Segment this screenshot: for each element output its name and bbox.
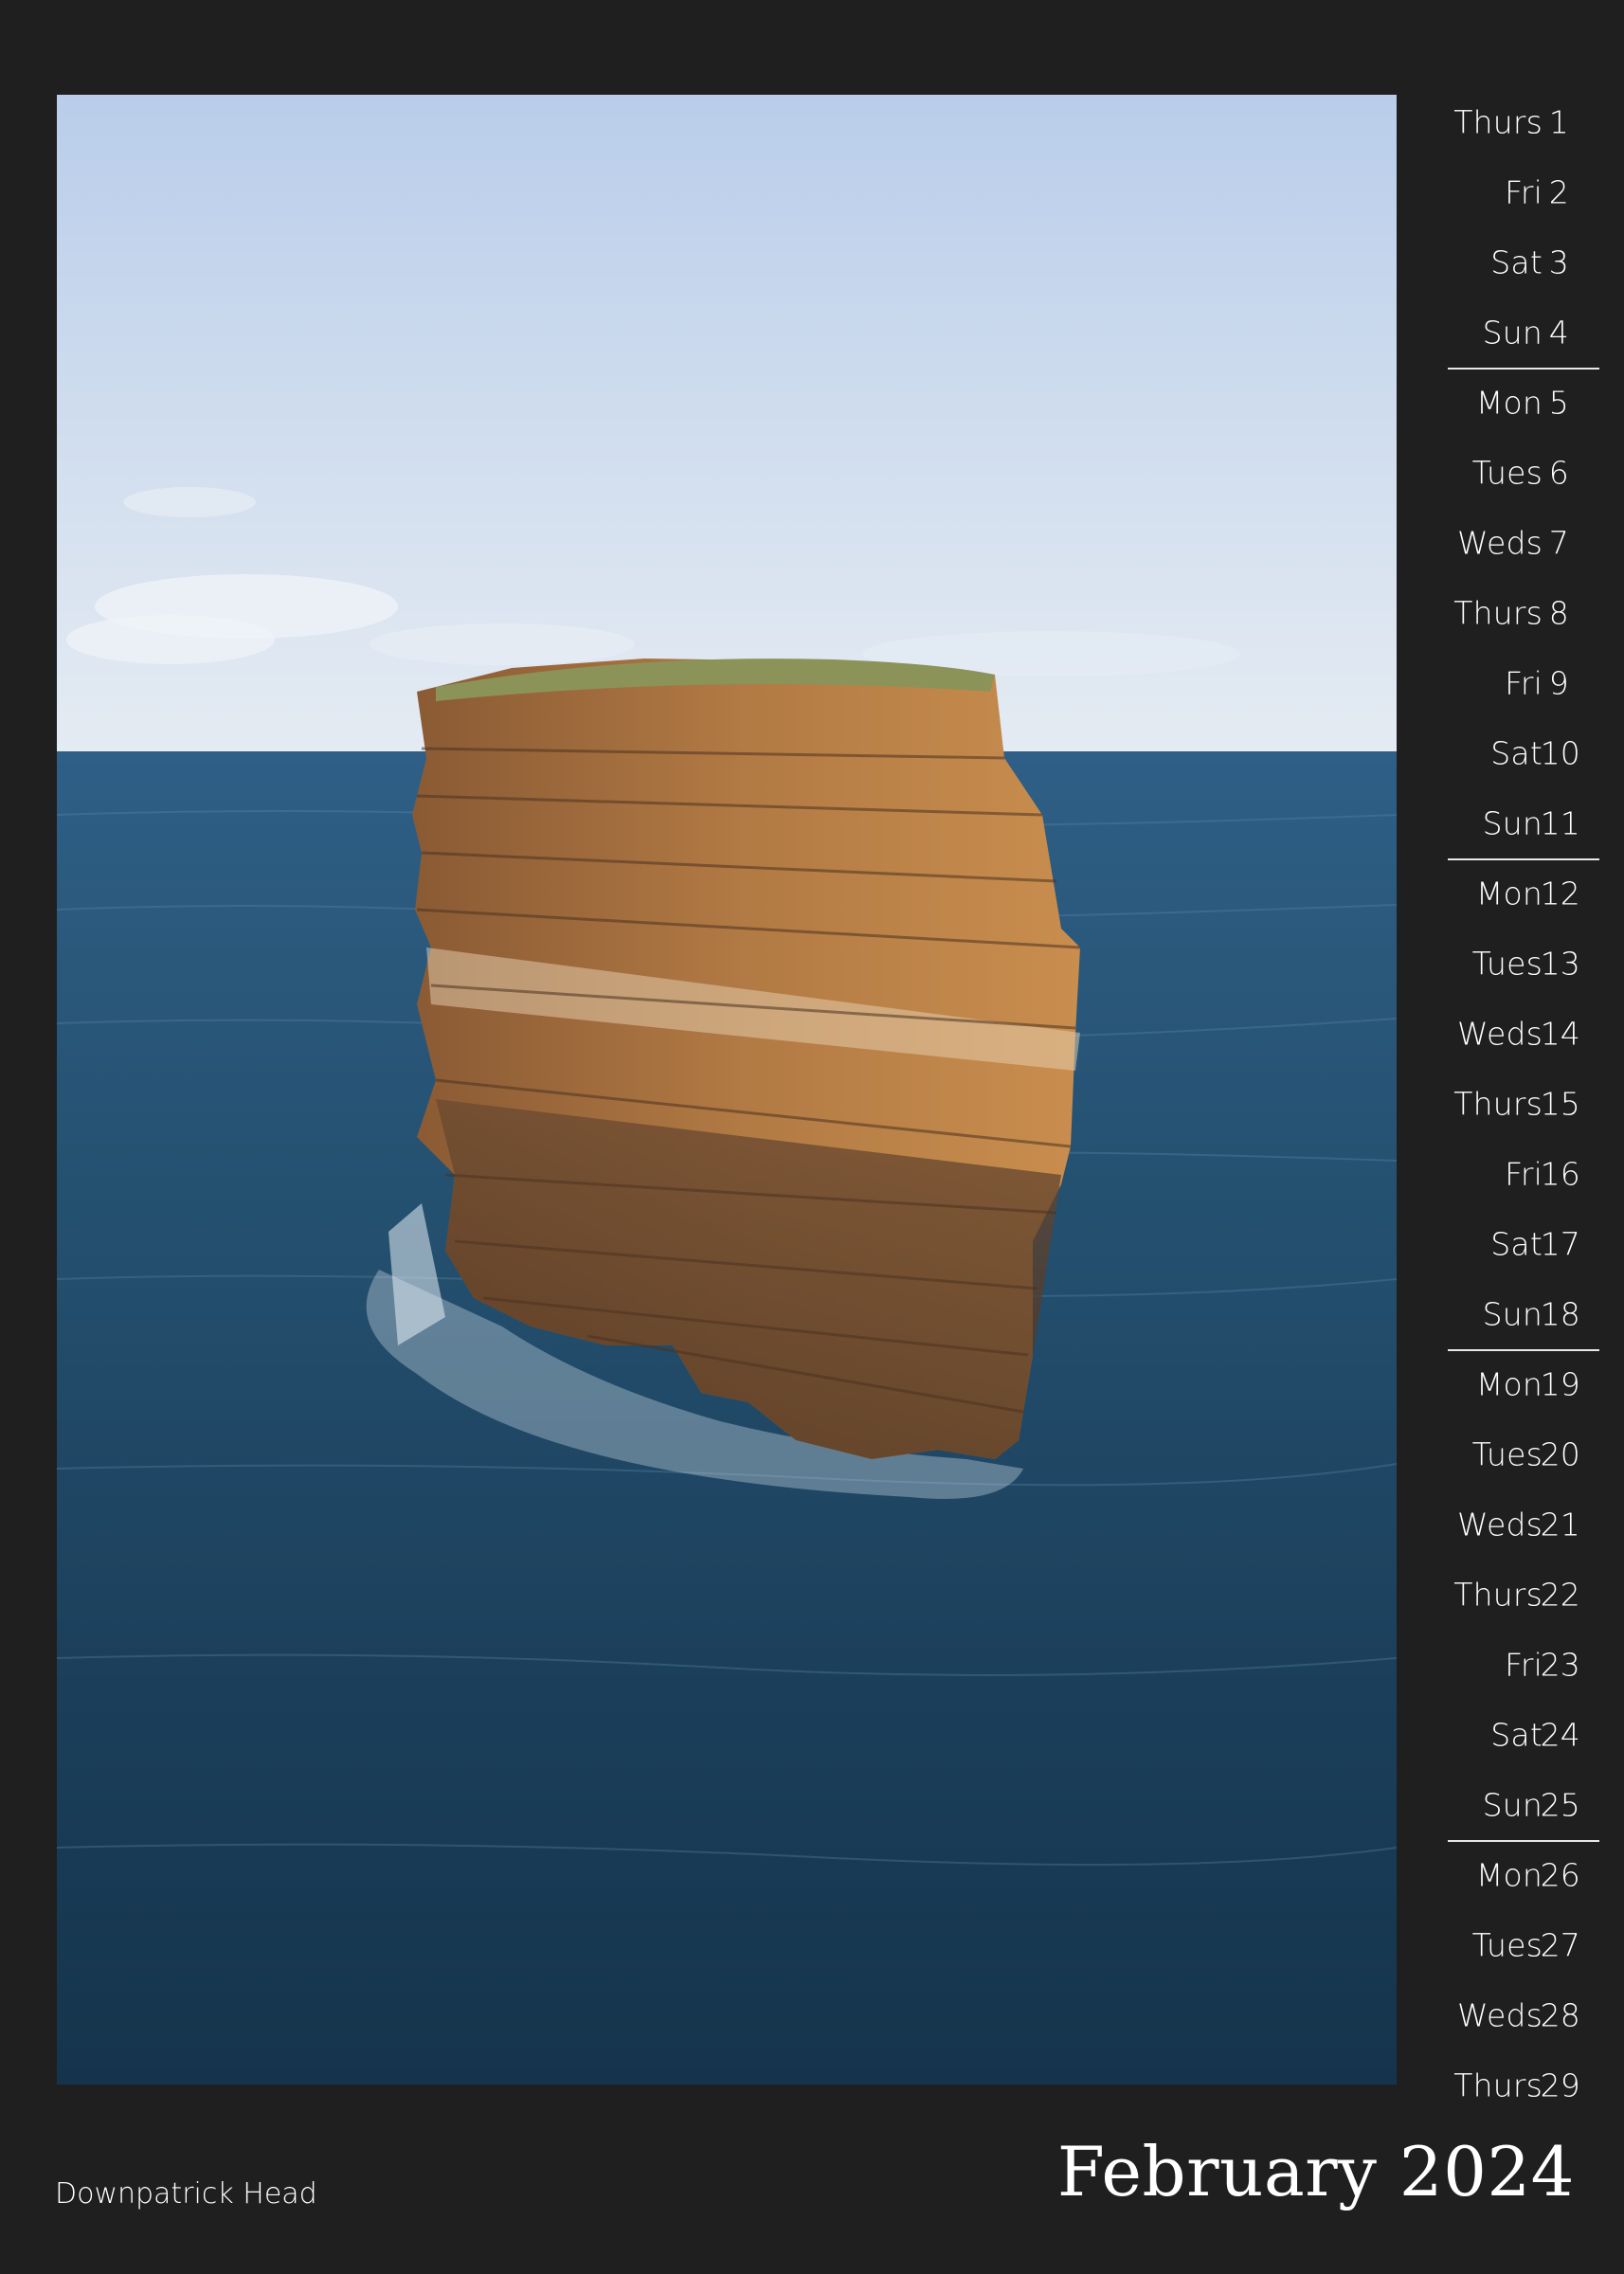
day-number: 14 — [1540, 1015, 1580, 1053]
day-row: Thurs 15 — [1410, 1069, 1611, 1139]
day-number: 2 — [1548, 173, 1569, 211]
day-number: 6 — [1548, 454, 1569, 492]
landscape-photo — [57, 95, 1397, 2084]
month-title: February 2024 — [1056, 2132, 1575, 2211]
day-row: Sat 3 — [1410, 227, 1611, 298]
day-number: 17 — [1540, 1225, 1580, 1263]
day-row: Tues 20 — [1410, 1419, 1611, 1489]
day-row: Sun 11 — [1410, 788, 1611, 860]
day-row: Tues 27 — [1410, 1910, 1611, 1980]
day-name: Weds — [1457, 1996, 1543, 2034]
day-row: Weds 7 — [1410, 508, 1611, 578]
day-number: 19 — [1540, 1365, 1580, 1403]
day-name: Fri — [1505, 173, 1543, 211]
day-name: Thurs — [1453, 1576, 1543, 1614]
day-row: Tues 6 — [1410, 438, 1611, 508]
day-name: Sat — [1490, 1716, 1543, 1754]
day-list: Thurs 1 Fri 2 Sat 3 Sun 4 Mon 5 Tues 6 Weds 7 Thurs 8 Fr… — [1410, 87, 1611, 2121]
day-row: Sat 10 — [1410, 718, 1611, 788]
day-number: 23 — [1540, 1646, 1580, 1684]
day-name: Thurs — [1453, 594, 1543, 632]
day-name: Mon — [1475, 1856, 1543, 1894]
day-name: Thurs — [1453, 1085, 1543, 1123]
day-row: Mon 26 — [1410, 1840, 1611, 1910]
day-name: Tues — [1471, 1926, 1543, 1964]
day-name: Thurs — [1453, 103, 1543, 141]
day-name: Weds — [1457, 1015, 1543, 1053]
day-number: 3 — [1548, 244, 1569, 281]
day-number: 25 — [1540, 1786, 1580, 1824]
day-row: Weds 21 — [1410, 1489, 1611, 1560]
day-name: Fri — [1505, 1646, 1543, 1684]
day-name: Thurs — [1453, 2066, 1543, 2104]
day-name: Weds — [1457, 1506, 1543, 1543]
day-number: 11 — [1540, 804, 1580, 842]
day-row: Fri 16 — [1410, 1139, 1611, 1209]
day-name: Mon — [1475, 1365, 1543, 1403]
day-name: Fri — [1505, 664, 1543, 702]
day-name: Weds — [1457, 524, 1543, 562]
day-name: Sat — [1490, 1225, 1543, 1263]
day-number: 24 — [1540, 1716, 1580, 1754]
day-row: Thurs 29 — [1410, 2050, 1611, 2121]
day-name: Sun — [1482, 1786, 1543, 1824]
day-number: 18 — [1540, 1295, 1580, 1333]
day-number: 16 — [1540, 1155, 1580, 1193]
day-row: Mon 19 — [1410, 1349, 1611, 1419]
day-row: Thurs 1 — [1410, 87, 1611, 157]
day-row: Fri 23 — [1410, 1630, 1611, 1700]
photo-caption: Downpatrick Head — [55, 2177, 317, 2211]
day-row: Sun 4 — [1410, 298, 1611, 370]
day-name: Tues — [1471, 454, 1543, 492]
day-number: 15 — [1540, 1085, 1580, 1123]
day-number: 7 — [1548, 524, 1569, 562]
day-name: Sat — [1490, 734, 1543, 772]
day-number: 8 — [1548, 594, 1569, 632]
day-row: Thurs 22 — [1410, 1560, 1611, 1630]
day-row: Fri 2 — [1410, 157, 1611, 227]
day-row: Thurs 8 — [1410, 578, 1611, 648]
day-row: Weds 14 — [1410, 999, 1611, 1069]
day-number: 21 — [1540, 1506, 1580, 1543]
day-number: 4 — [1548, 314, 1569, 352]
day-number: 12 — [1540, 875, 1580, 912]
day-row: Sun 25 — [1410, 1770, 1611, 1842]
day-number: 27 — [1540, 1926, 1580, 1964]
day-name: Mon — [1475, 875, 1543, 912]
day-name: Tues — [1471, 945, 1543, 983]
day-name: Sun — [1482, 1295, 1543, 1333]
day-number: 26 — [1540, 1856, 1580, 1894]
day-row: Sun 18 — [1410, 1279, 1611, 1351]
day-number: 5 — [1548, 384, 1569, 422]
day-number: 1 — [1548, 103, 1569, 141]
day-row: Mon 5 — [1410, 368, 1611, 438]
day-row: Tues 13 — [1410, 929, 1611, 999]
day-number: 10 — [1540, 734, 1580, 772]
day-number: 9 — [1548, 664, 1569, 702]
day-number: 22 — [1540, 1576, 1580, 1614]
day-row: Sat 17 — [1410, 1209, 1611, 1279]
day-name: Mon — [1475, 384, 1543, 422]
day-name: Sun — [1482, 804, 1543, 842]
day-name: Tues — [1471, 1435, 1543, 1473]
day-name: Sat — [1490, 244, 1543, 281]
day-number: 13 — [1540, 945, 1580, 983]
day-row: Mon 12 — [1410, 858, 1611, 929]
day-row: Fri 9 — [1410, 648, 1611, 718]
day-number: 29 — [1540, 2066, 1580, 2104]
day-name: Sun — [1482, 314, 1543, 352]
day-row: Sat 24 — [1410, 1700, 1611, 1770]
day-number: 28 — [1540, 1996, 1580, 2034]
day-row: Weds 28 — [1410, 1980, 1611, 2050]
day-number: 20 — [1540, 1435, 1580, 1473]
day-name: Fri — [1505, 1155, 1543, 1193]
sea-stack-illustration — [57, 95, 1397, 2084]
